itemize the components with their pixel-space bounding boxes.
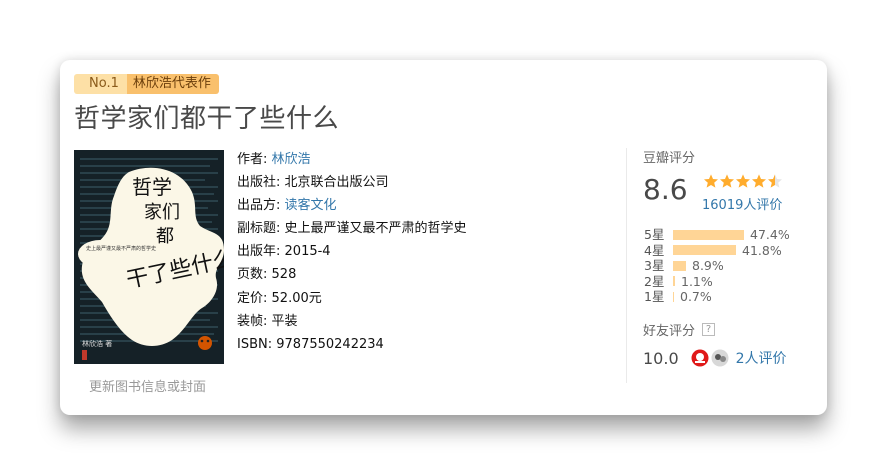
author-label: 作者: <box>237 152 268 167</box>
publisher-label: 出版社: <box>237 175 281 191</box>
subtitle-value: 史上最严谨又最不严肃的哲学史 <box>284 221 467 237</box>
dist-bar <box>673 291 674 302</box>
friend-score: 10.0 <box>643 348 679 368</box>
info-isbn-row: ISBN: 9787550242234 <box>237 333 467 356</box>
info-year-row: 出版年: 2015-4 <box>237 240 467 263</box>
svg-text:林欣浩 著: 林欣浩 著 <box>82 339 112 348</box>
info-binding-row: 装帧: 平装 <box>237 310 467 333</box>
rating-stars <box>703 173 783 189</box>
book-title: 哲学家们都干了些什么 <box>74 104 340 134</box>
author-link[interactable]: 林欣浩 <box>272 152 311 167</box>
info-pages-row: 页数: 528 <box>237 263 467 286</box>
dist-percent: 1.1% <box>681 273 713 289</box>
rank-number: No.1 <box>74 74 127 94</box>
book-card: No.1 林欣浩代表作 哲学家们都干了些什么 哲学 家们 都 干了些什么? 史上… <box>60 60 827 415</box>
isbn-value: 9787550242234 <box>276 336 384 352</box>
svg-text:家们: 家们 <box>144 202 180 223</box>
info-publisher-row: 出版社: 北京联合出版公司 <box>237 171 467 194</box>
svg-text:史上最严谨又最不严肃的哲学史: 史上最严谨又最不严肃的哲学史 <box>86 245 156 252</box>
dist-label: 2星 <box>644 273 665 289</box>
friend-rating-row: 10.0 2人评价 <box>643 348 787 368</box>
year-label: 出版年: <box>237 244 281 260</box>
dist-percent: 47.4% <box>750 227 790 242</box>
dist-percent: 8.9% <box>692 258 724 273</box>
rank-badge[interactable]: No.1 林欣浩代表作 <box>74 74 219 94</box>
pages-value: 528 <box>271 267 297 283</box>
rating-score: 8.6 <box>643 173 688 206</box>
dist-label: 1星 <box>644 289 665 304</box>
svg-text:都: 都 <box>156 226 174 247</box>
dist-bar <box>673 276 675 287</box>
half-star-icon <box>768 174 782 188</box>
pages-label: 页数: <box>237 267 268 283</box>
friend-avatar-icon[interactable] <box>691 349 709 367</box>
isbn-label: ISBN: <box>237 336 273 352</box>
book-info: 作者: 林欣浩 出版社: 北京联合出版公司 出品方: 读客文化 副标题: 史上最… <box>237 148 467 356</box>
dist-label: 4星 <box>644 242 665 258</box>
dist-row-3: 3星 8.9% <box>644 258 790 274</box>
cover-title-line1: 哲学 <box>132 175 172 199</box>
help-icon[interactable]: ? <box>702 323 716 336</box>
douban-rating-label: 豆瓣评分 <box>643 151 696 166</box>
dist-bar <box>673 245 736 256</box>
price-value: 52.00元 <box>271 290 322 306</box>
friend-avatar-icon[interactable] <box>711 349 729 367</box>
friend-rating-label-text: 好友评分 <box>643 324 696 339</box>
dist-row-1: 1星 0.7% <box>644 289 790 305</box>
dist-row-2: 2星 1.1% <box>644 274 790 290</box>
dist-row-5: 5星 47.4% <box>644 227 790 243</box>
dist-percent: 41.8% <box>742 242 782 258</box>
subtitle-label: 副标题: <box>237 221 281 237</box>
dist-bar <box>673 260 686 271</box>
star-icon <box>752 174 766 188</box>
friend-rating-label: 好友评分 ? <box>643 320 716 339</box>
friend-count-link[interactable]: 2人评价 <box>736 348 787 368</box>
binding-value: 平装 <box>271 313 298 329</box>
book-cover[interactable]: 哲学 家们 都 干了些什么? 史上最严谨又最不严肃的哲学史 林欣浩 著 <box>74 150 224 364</box>
producer-label: 出品方: <box>237 198 281 214</box>
star-icon <box>736 174 750 188</box>
dist-label: 5星 <box>644 227 665 242</box>
dist-bar <box>673 229 744 240</box>
rank-text: 林欣浩代表作 <box>126 74 219 94</box>
binding-label: 装帧: <box>237 313 268 329</box>
section-divider <box>626 148 627 383</box>
producer-link[interactable]: 读客文化 <box>285 198 337 213</box>
star-icon <box>704 174 718 188</box>
rating-distribution: 5星 47.4% 4星 41.8% 3星 8.9% 2星 1.1% 1星 0.7… <box>644 227 790 305</box>
rating-count-link[interactable]: 16019人评价 <box>702 194 782 213</box>
dist-label: 3星 <box>644 258 665 273</box>
info-producer-row: 出品方: 读客文化 <box>237 194 467 217</box>
cover-illustration: 哲学 家们 都 干了些什么? 史上最严谨又最不严肃的哲学史 林欣浩 著 <box>78 158 224 360</box>
update-book-info-link[interactable]: 更新图书信息或封面 <box>89 376 206 395</box>
price-label: 定价: <box>237 290 268 306</box>
dist-percent: 0.7% <box>680 289 712 304</box>
publisher-value: 北京联合出版公司 <box>284 175 389 191</box>
info-price-row: 定价: 52.00元 <box>237 287 467 310</box>
dist-row-4: 4星 41.8% <box>644 243 790 259</box>
info-subtitle-row: 副标题: 史上最严谨又最不严肃的哲学史 <box>237 217 467 240</box>
info-author-row: 作者: 林欣浩 <box>237 148 467 171</box>
year-value: 2015-4 <box>284 244 331 260</box>
star-icon <box>720 174 734 188</box>
